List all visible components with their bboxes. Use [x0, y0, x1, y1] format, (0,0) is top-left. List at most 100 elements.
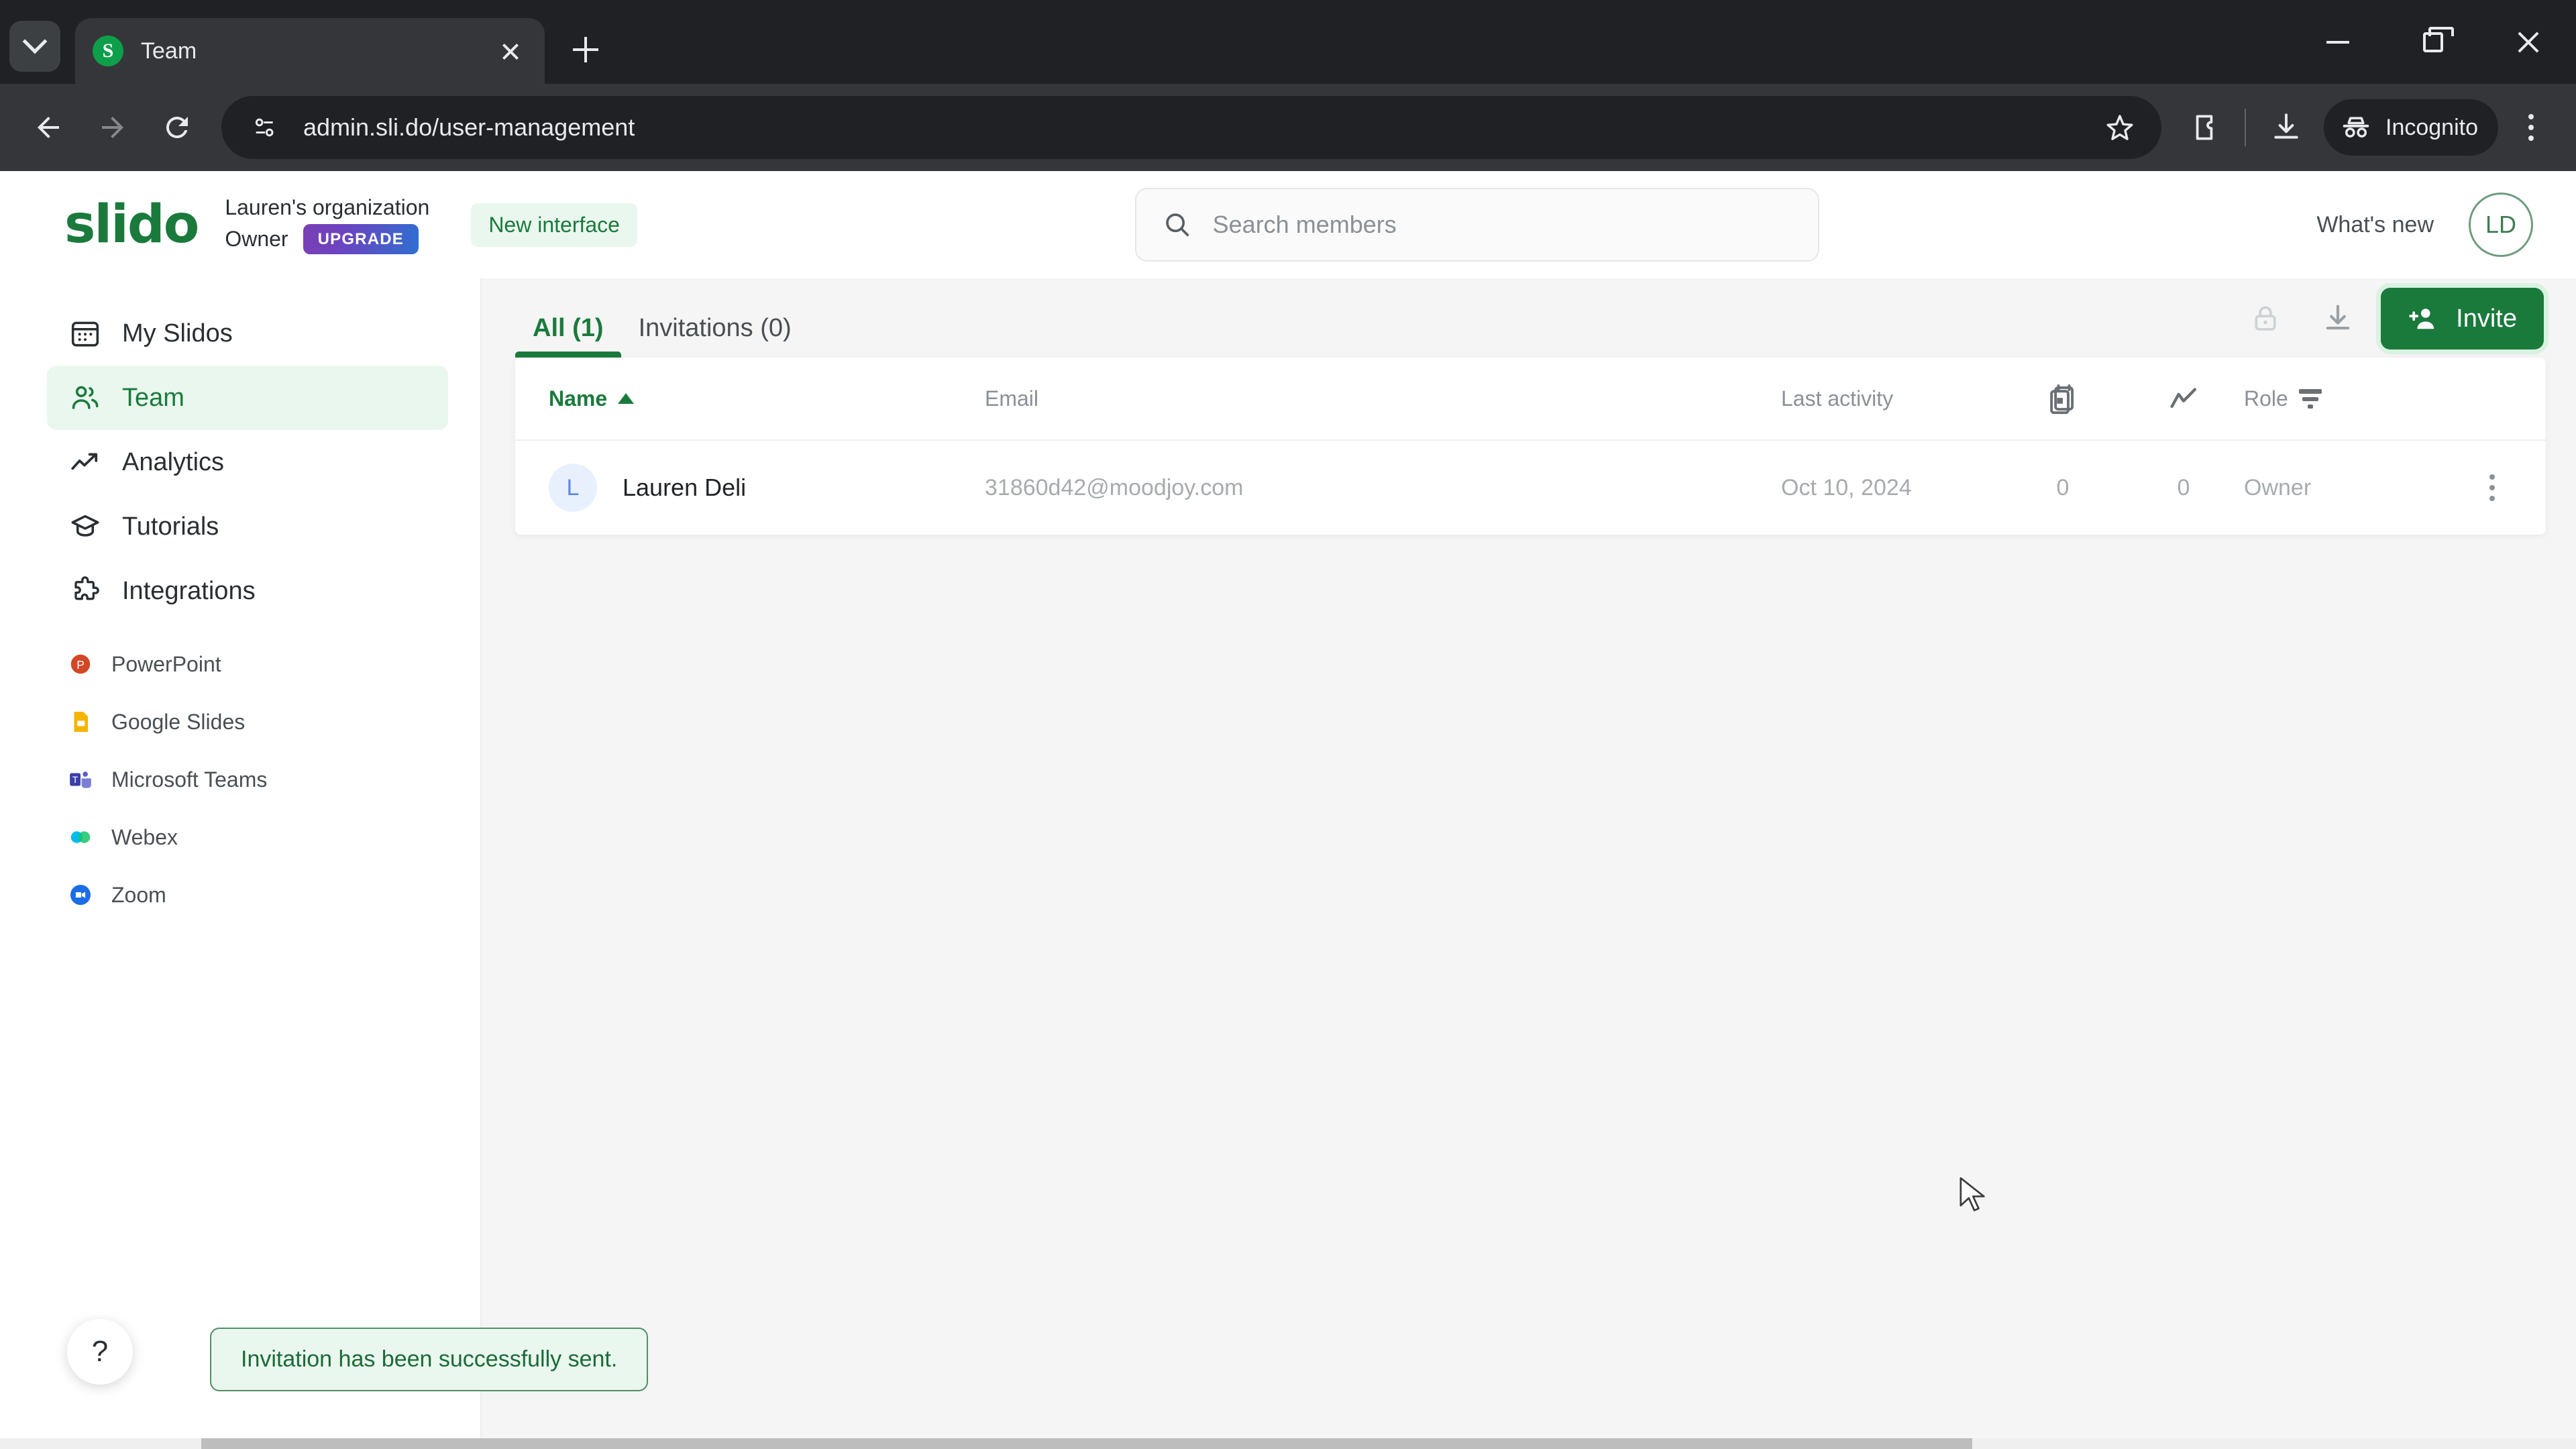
site-settings-icon [255, 118, 274, 137]
search-wrapper: Search members [637, 188, 2316, 262]
column-header-email-label: Email [985, 386, 1039, 411]
column-header-activity[interactable] [2123, 381, 2244, 416]
sidebar: My Slidos Team Analytics Tutorials Integ… [0, 278, 482, 1438]
integration-item-google-slides[interactable]: Google Slides [67, 693, 480, 751]
close-icon[interactable] [494, 34, 527, 68]
chevron-down-icon [22, 29, 48, 54]
forward-arrow-icon [102, 117, 123, 138]
extensions-icon [2196, 115, 2213, 140]
sidebar-item-label: My Slidos [122, 319, 233, 347]
cell-events: 0 [2002, 475, 2123, 501]
help-button[interactable]: ? [67, 1319, 133, 1385]
column-header-last-activity[interactable]: Last activity [1781, 386, 2002, 411]
minimize-icon [2326, 40, 2349, 44]
close-window-button[interactable] [2481, 0, 2576, 84]
search-placeholder: Search members [1212, 211, 1397, 238]
column-header-role-label: Role [2244, 386, 2288, 411]
lock-button[interactable] [2236, 289, 2295, 348]
downloads-button[interactable] [2255, 97, 2317, 158]
organization-role: Owner [225, 226, 288, 251]
member-email: 31860d42@moodjoy.com [985, 474, 1244, 500]
member-events-count: 0 [2056, 474, 2070, 500]
tab-all[interactable]: All (1) [515, 314, 621, 358]
organization-block: Lauren's organization Owner UPGRADE [225, 195, 430, 255]
slido-logo[interactable]: slido [64, 199, 199, 251]
browser-tab[interactable]: S Team [75, 18, 545, 84]
tab-search-button[interactable] [9, 21, 60, 72]
sidebar-item-label: Integrations [122, 576, 256, 605]
sidebar-item-my-slidos[interactable]: My Slidos [47, 301, 448, 366]
reload-icon [166, 116, 188, 138]
integration-label: Webex [111, 824, 178, 849]
three-dot-menu-icon [2489, 474, 2495, 501]
upgrade-button[interactable]: UPGRADE [303, 223, 419, 255]
bottom-scrollbar[interactable] [0, 1438, 2576, 1449]
microsoft-teams-icon: T [67, 766, 94, 793]
cell-role: Owner [2244, 475, 2438, 501]
content-tabs: All (1) Invitations (0) Invite [482, 278, 2576, 358]
plus-icon[interactable] [559, 23, 612, 76]
integration-label: PowerPoint [111, 651, 221, 676]
three-dot-menu-icon[interactable] [2502, 99, 2560, 156]
tab-title: Team [141, 38, 197, 64]
whats-new-link[interactable]: What's new [2316, 212, 2434, 238]
browser-toolbar: admin.sli.do/user-management Incognito [0, 84, 2576, 171]
sidebar-item-integrations[interactable]: Integrations [47, 559, 448, 623]
avatar[interactable]: LD [2469, 193, 2533, 257]
sidebar-item-analytics[interactable]: Analytics [47, 430, 448, 494]
lock-icon [2255, 306, 2276, 331]
page-content: slido Lauren's organization Owner UPGRAD… [0, 171, 2576, 1449]
site-settings-button[interactable] [244, 107, 286, 148]
export-button[interactable] [2308, 289, 2367, 348]
table-header-row: Name Email Last activity Role [515, 358, 2546, 441]
search-input[interactable]: Search members [1134, 188, 1819, 262]
integration-item-webex[interactable]: Webex [67, 808, 480, 866]
tab-invitations[interactable]: Invitations (0) [621, 314, 809, 358]
google-slides-icon [67, 708, 94, 735]
sidebar-item-tutorials[interactable]: Tutorials [47, 494, 448, 559]
back-button[interactable] [16, 95, 80, 160]
member-activity-count: 0 [2177, 474, 2190, 500]
extensions-button[interactable] [2174, 97, 2235, 158]
scrollbar-thumb[interactable] [201, 1438, 1972, 1449]
puzzle-icon [67, 573, 103, 609]
incognito-indicator[interactable]: Incognito [2324, 99, 2498, 156]
column-header-email[interactable]: Email [985, 386, 1781, 411]
cell-last-activity: Oct 10, 2024 [1781, 475, 2002, 501]
maximize-button[interactable] [2385, 0, 2481, 84]
invite-button[interactable]: Invite [2381, 288, 2544, 350]
avatar: L [549, 464, 597, 512]
browser-window: S Team admin.sli.do/user-management Inco… [0, 0, 2576, 1449]
bookmark-button[interactable] [2090, 98, 2149, 157]
scrollbar-track-right [1972, 1438, 2576, 1449]
app-header: slido Lauren's organization Owner UPGRAD… [0, 171, 2576, 278]
new-interface-button[interactable]: New interface [471, 203, 637, 247]
window-controls [2290, 0, 2576, 84]
minimize-button[interactable] [2290, 0, 2385, 84]
forward-button[interactable] [80, 95, 145, 160]
address-bar[interactable]: admin.sli.do/user-management [221, 96, 2161, 159]
integration-label: Zoom [111, 882, 166, 907]
organization-name: Lauren's organization [225, 195, 430, 219]
table-actions: Invite [2236, 288, 2576, 358]
column-header-name[interactable]: Name [515, 386, 985, 411]
table-row[interactable]: L Lauren Deli 31860d42@moodjoy.com Oct 1… [515, 441, 2546, 535]
calendar-events-icon [2050, 384, 2074, 415]
integration-item-powerpoint[interactable]: P PowerPoint [67, 635, 480, 693]
integration-item-microsoft-teams[interactable]: T Microsoft Teams [67, 751, 480, 808]
column-header-events[interactable] [2002, 381, 2123, 416]
member-last-activity: Oct 10, 2024 [1781, 474, 1912, 500]
trend-line-icon [2170, 388, 2197, 409]
main-content: All (1) Invitations (0) Invite Name Emai… [210, 278, 2576, 1438]
toolbar-divider [2245, 109, 2246, 146]
integration-item-zoom[interactable]: Zoom [67, 866, 480, 924]
row-menu-button[interactable] [2438, 474, 2546, 501]
tab-favicon-icon: S [93, 36, 123, 66]
filter-icon[interactable] [2298, 388, 2322, 409]
sort-asc-icon [618, 393, 635, 404]
invite-button-label: Invite [2456, 304, 2517, 333]
column-header-role[interactable]: Role [2244, 386, 2438, 411]
mouse-cursor [1960, 1177, 1985, 1212]
reload-button[interactable] [145, 95, 209, 160]
sidebar-item-team[interactable]: Team [47, 366, 448, 430]
